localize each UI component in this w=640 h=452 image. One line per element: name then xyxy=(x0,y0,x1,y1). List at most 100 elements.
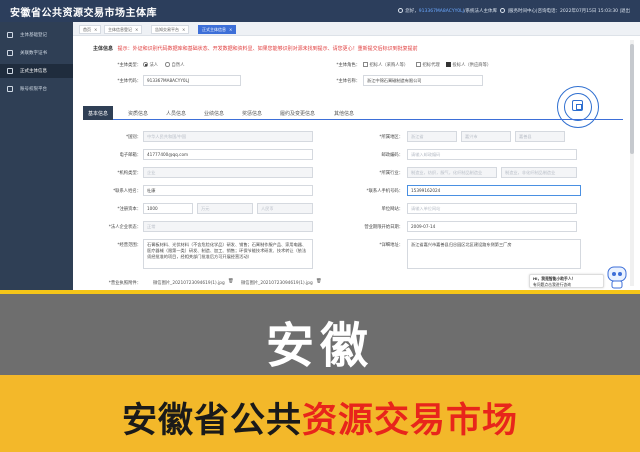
postcode-field[interactable]: 请输入邮政编码 xyxy=(407,149,577,160)
sidebar: 主体基础登记 关联数字证书 正式主体信息 账号权限平台 xyxy=(0,22,73,290)
subject-code-label: *主体代码： xyxy=(117,79,141,84)
contact-name-field[interactable]: 杜康 xyxy=(143,185,313,196)
delete-icon[interactable]: 🗑 xyxy=(228,279,233,284)
close-icon[interactable]: × xyxy=(135,27,138,32)
certificate-icon xyxy=(7,50,13,56)
document-icon xyxy=(7,32,13,38)
county-select[interactable]: 嘉善县 xyxy=(515,131,565,142)
checkbox-icon[interactable] xyxy=(446,62,451,67)
user-name-link[interactable]: 913367MA8ACYY0LJ xyxy=(419,9,464,14)
org-type-select[interactable]: 企业 xyxy=(143,167,313,178)
contact-phone-label: *联系人手机号码： xyxy=(366,189,403,194)
close-icon[interactable]: × xyxy=(94,27,97,32)
checkbox-icon[interactable] xyxy=(416,62,421,67)
sidebar-item-subject-info[interactable]: 正式主体信息 xyxy=(0,64,73,78)
province-select[interactable]: 浙江省 xyxy=(407,131,457,142)
tab-subject-info[interactable]: 正式主体信息 × xyxy=(198,25,237,34)
user-suffix: /系统法人主体库 xyxy=(464,9,498,14)
postcode-label: 邮政编码： xyxy=(381,153,403,158)
service-icon[interactable] xyxy=(500,8,506,13)
subject-type-label: *主体类型： xyxy=(117,63,141,68)
contact-phone-field[interactable]: 15399162024 xyxy=(407,185,581,196)
service-info[interactable]: |服务时间中心|咨询电话：2022年07月15日 15:03:30 |退出 xyxy=(507,9,630,14)
scrollbar-thumb[interactable] xyxy=(630,44,634,154)
robot-icon[interactable] xyxy=(605,264,629,290)
role-tenderer[interactable]: 招标人（采购人等） xyxy=(363,62,408,68)
hint-text: 提示：外证和识别代码数据库和基础状态、开发数据和资料显、如果您能够识别对源未找到… xyxy=(117,46,418,52)
subject-name-field[interactable]: 浙江中锦石膏磁制造有限公司 xyxy=(363,75,483,86)
industry-select-2[interactable]: 制造业，非化纤制品制造业 xyxy=(501,167,577,178)
sidebar-item-account[interactable]: 账号权限平台 xyxy=(0,82,73,96)
email-field[interactable]: 41777400@qq.com xyxy=(143,149,313,160)
radio-icon[interactable] xyxy=(143,62,148,67)
license-label: *营业执照附件： xyxy=(108,281,141,286)
capital-field[interactable]: 1000 xyxy=(143,203,193,214)
user-icon xyxy=(7,68,13,74)
capital-unit-select[interactable]: 万元 xyxy=(197,203,253,214)
sidebar-item-label: 账号权限平台 xyxy=(20,87,47,92)
region-label: *所属地区： xyxy=(379,135,403,140)
tab-performance[interactable]: 业绩信息 xyxy=(199,106,229,120)
sidebar-item-certificate[interactable]: 关联数字证书 xyxy=(0,46,73,60)
subtitle-text: 安徽省公共资源交易市场 xyxy=(0,392,640,443)
address-label: *详细地址： xyxy=(379,243,403,248)
sidebar-item-label: 正式主体信息 xyxy=(20,69,47,74)
tab-basic-info[interactable]: 基本信息 xyxy=(83,106,114,120)
top-bar: 安徽省公共资源交易市场主体库 您好，913367MA8ACYY0LJ/系统法人主… xyxy=(0,0,640,22)
radio-legal-person[interactable]: 法人 xyxy=(143,62,158,68)
industry-select-1[interactable]: 制造业，纺织，服气，化纤制品制造业 xyxy=(407,167,497,178)
subtitle-part-b: 资源交易市场 xyxy=(302,401,519,441)
role-agent[interactable]: 招标代理 xyxy=(416,62,440,68)
delete-icon[interactable]: 🗑 xyxy=(316,279,321,284)
tab-subject-register[interactable]: 主体信息登记 × xyxy=(104,25,143,34)
user-info: 您好，913367MA8ACYY0LJ/系统法人主体库 |服务时间中心|咨询电话… xyxy=(396,8,630,14)
email-label: 电子邮箱： xyxy=(119,153,141,158)
subtitle-part-a: 安徽省公共 xyxy=(121,401,302,441)
user-icon xyxy=(398,8,404,13)
sidebar-item-label: 关联数字证书 xyxy=(20,51,47,56)
license-file-2[interactable]: 微信图片_20210723094619(1).jpg xyxy=(241,280,313,286)
app-title: 安徽省公共资源交易市场主体库 xyxy=(10,8,157,19)
capital-label: *注册资本： xyxy=(117,207,141,212)
province-title: 安徽 xyxy=(265,318,374,374)
address-field[interactable]: 浙江省嘉兴市嘉善县归谷园区北区建设路东侧第三厂房 xyxy=(407,239,581,269)
subject-code-field[interactable]: 913367MA8ACYY0LJ xyxy=(143,75,241,86)
assistant-bubble[interactable]: Hi，我是智能小助手人！ 有问题点击我进行咨询 xyxy=(529,274,604,288)
website-field[interactable]: 请输入单位网站 xyxy=(407,203,577,214)
subject-role-label: *主体角色： xyxy=(336,63,360,68)
currency-select[interactable]: 人民币 xyxy=(257,203,313,214)
tab-trade-platform[interactable]: 告知交易平台 × xyxy=(151,25,190,34)
close-icon[interactable]: × xyxy=(182,27,185,32)
country-select[interactable]: 中华人民共和国/中国 xyxy=(143,131,313,142)
vertical-scrollbar[interactable] xyxy=(630,40,634,286)
main-content: 主体信息 提示：外证和识别代码数据库和基础状态、开发数据和资料显、如果您能够识别… xyxy=(73,36,640,290)
role-bidder[interactable]: 投标人（供应商等） xyxy=(446,62,491,68)
business-scope-field[interactable]: 石膏板材料、光伏材料（不含危险化学品）研发、销售；石膏制作服产品、家用电器、医疗… xyxy=(143,239,313,269)
license-file-1[interactable]: 微信图片_20210723094619(1).jpg xyxy=(153,280,225,286)
tab-contract-changes[interactable]: 履约及变更信息 xyxy=(275,106,320,120)
close-icon[interactable]: × xyxy=(229,27,232,32)
page-tab-bar: 首页 × 主体信息登记 × 告知交易平台 × 正式主体信息 × xyxy=(73,22,640,36)
tab-qualification[interactable]: 资质信息 xyxy=(123,106,153,120)
city-select[interactable]: 嘉兴市 xyxy=(461,131,511,142)
radio-icon[interactable] xyxy=(165,62,170,67)
section-title: 主体信息 xyxy=(93,46,114,52)
tab-home[interactable]: 首页 × xyxy=(79,25,102,34)
org-type-label: *机构类型： xyxy=(117,171,141,176)
tab-other[interactable]: 其他信息 xyxy=(329,106,359,120)
tab-rewards[interactable]: 奖惩信息 xyxy=(237,106,267,120)
website-label: 单位网站： xyxy=(381,207,403,212)
checkbox-icon[interactable] xyxy=(363,62,368,67)
radio-natural-person[interactable]: 自然人 xyxy=(165,62,184,68)
found-date-field[interactable]: 2009-07-14 xyxy=(407,221,577,232)
welcome-prefix: 您好， xyxy=(405,9,419,14)
province-banner: 安徽 xyxy=(0,290,640,375)
enterprise-status-select[interactable]: 正常 xyxy=(143,221,313,232)
tab-personnel[interactable]: 人员信息 xyxy=(161,106,191,120)
sidebar-item-label: 主体基础登记 xyxy=(20,33,47,38)
sidebar-item-subject-register[interactable]: 主体基础登记 xyxy=(0,28,73,42)
subject-name-label: *主体名称： xyxy=(336,79,360,84)
settings-icon xyxy=(7,86,13,92)
contact-name-label: *联系人姓名： xyxy=(113,189,141,194)
form-tab-bar: 基本信息 资质信息 人员信息 业绩信息 奖惩信息 履约及变更信息 其他信息 xyxy=(83,106,623,120)
